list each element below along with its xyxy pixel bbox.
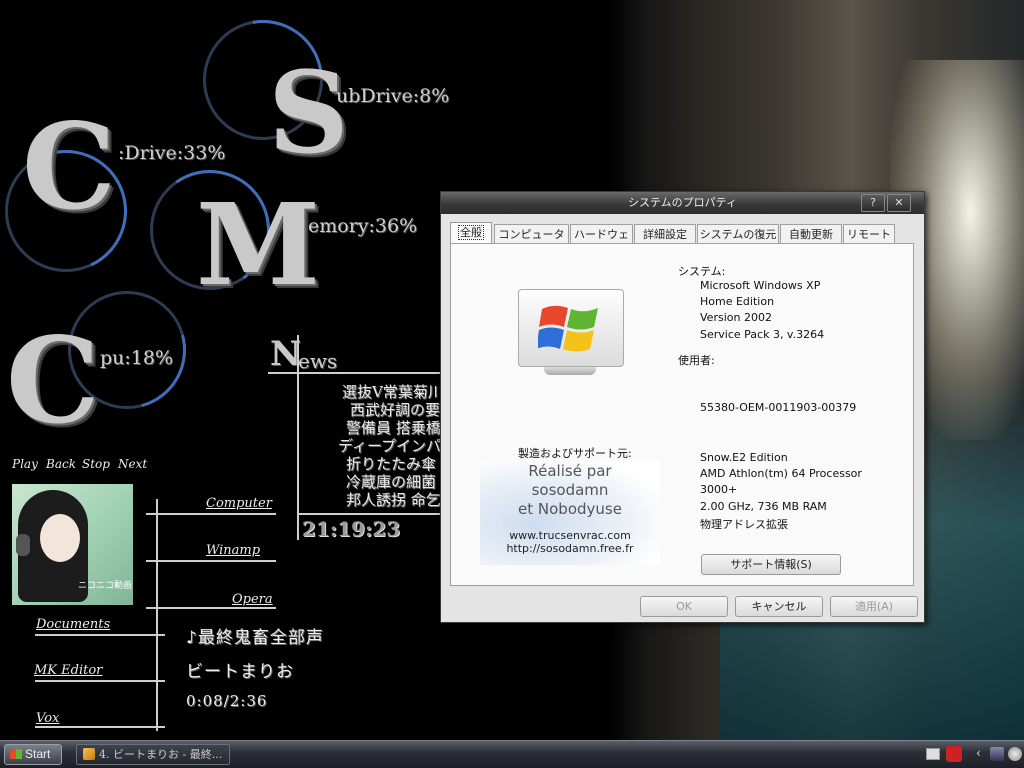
track-title: ♪最終鬼畜全部声 (186, 628, 324, 648)
memory-letter: M (196, 180, 320, 311)
chevron-left-icon[interactable]: ‹ (976, 746, 981, 760)
oem-logo-url: http://sosodamn.free.fr (506, 542, 634, 555)
launcher-mk-editor[interactable]: MK Editor (34, 663, 102, 678)
news-item[interactable]: 邦人誘拐 命乞 (346, 489, 441, 510)
tab-hardware[interactable]: ハードウェア (570, 224, 633, 260)
pae-label: 物理アドレス拡張 (700, 518, 788, 531)
apply-button[interactable]: 適用(A) (830, 596, 918, 617)
os-edition: Home Edition (700, 295, 775, 308)
system-label: システム: (678, 265, 726, 278)
news-underline (268, 372, 440, 374)
album-art: ニコニコ動画 (12, 484, 133, 605)
news-heading-rest: ews (298, 349, 338, 373)
help-icon[interactable]: ? (861, 194, 885, 212)
close-icon[interactable]: ✕ (887, 194, 911, 212)
sub-drive-letter: S (268, 48, 349, 179)
windows-flag-icon (10, 749, 22, 759)
windows-logo-monitor-icon (518, 289, 624, 379)
album-art-face (40, 514, 80, 562)
tab-system-restore[interactable]: システムの復元 (697, 224, 779, 243)
cpu-letter: C (6, 311, 100, 450)
track-artist: ビートまりお (186, 662, 294, 682)
product-id: 55380-OEM-0011903-00379 (700, 401, 857, 414)
cpu-label: pu:18% (100, 347, 174, 369)
oem-logo-url: www.trucsenvrac.com (509, 529, 631, 542)
c-drive-letter: C (22, 97, 116, 236)
taskbar-item-winamp[interactable]: 4. ビートまりお - 最終... (76, 744, 230, 765)
launcher-opera[interactable]: Opera (232, 592, 273, 607)
tab-remote[interactable]: リモート (843, 224, 895, 243)
launcher-vox[interactable]: Vox (36, 711, 59, 726)
dialog-titlebar[interactable]: システムのプロパティ (441, 192, 924, 214)
tab-automatic-updates[interactable]: 自動更新 (780, 224, 842, 243)
back-button[interactable]: Back (46, 457, 76, 471)
start-label: Start (25, 747, 51, 761)
launcher-winamp[interactable]: Winamp (206, 543, 260, 558)
headphone-icon (16, 534, 30, 556)
opera-underline (146, 607, 276, 609)
tab-computer-name[interactable]: コンピュータ名 (494, 224, 569, 260)
oem-logo-line: sosodamn (531, 481, 609, 499)
play-button[interactable]: Play (12, 457, 38, 471)
system-properties-dialog: システムのプロパティ ? ✕ 全般 コンピュータ名 ハードウェア 詳細設定 シス… (440, 191, 925, 623)
computer-underline (146, 513, 276, 515)
launcher-vertical-line (156, 499, 158, 731)
support-info-button[interactable]: サポート情報(S) (701, 554, 841, 575)
oem-logo: Réalisé par sosodamn et Nobodyuse www.tr… (480, 461, 660, 565)
os-name: Microsoft Windows XP (700, 279, 821, 292)
cancel-button[interactable]: キャンセル (735, 596, 823, 617)
ok-button[interactable]: OK (640, 596, 728, 617)
tray-app-icon[interactable] (946, 746, 962, 762)
tab-label: 全般 (458, 225, 484, 240)
winamp-underline (146, 560, 276, 562)
clock-underline (297, 513, 440, 515)
tab-advanced[interactable]: 詳細設定 (634, 224, 696, 243)
taskbar-item-label: 4. ビートまりお - 最終... (99, 748, 223, 761)
processor-model: 3000+ (700, 483, 738, 496)
windows-flag-icon (538, 305, 598, 352)
sub-drive-label: ubDrive:8% (336, 85, 450, 107)
documents-underline (35, 634, 165, 636)
network-icon[interactable] (990, 747, 1004, 761)
os-version: Version 2002 (700, 311, 772, 324)
winamp-icon (83, 748, 95, 760)
cpu-speed-ram: 2.00 GHz, 736 MB RAM (700, 500, 827, 513)
vox-underline (35, 726, 165, 728)
desktop: C :Drive:33% S ubDrive:8% M emory:36% C … (0, 0, 1024, 740)
oem-logo-line: Réalisé par (528, 462, 612, 480)
next-button[interactable]: Next (118, 457, 147, 471)
track-time: 0:08/2:36 (186, 692, 268, 710)
album-art-caption: ニコニコ動画 (78, 581, 133, 591)
manufacturer-edition: Snow.E2 Edition (700, 451, 788, 464)
launcher-documents[interactable]: Documents (36, 617, 110, 632)
memory-label: emory:36% (308, 215, 418, 237)
tab-general[interactable]: 全般 (450, 222, 492, 244)
mk-editor-underline (35, 680, 165, 682)
processor: AMD Athlon(tm) 64 Processor (700, 467, 862, 480)
c-drive-label: :Drive:33% (118, 142, 226, 164)
oem-logo-line: et Nobodyuse (518, 500, 622, 518)
user-label: 使用者: (678, 354, 715, 367)
news-vertical-line (297, 335, 299, 540)
os-service-pack: Service Pack 3, v.3264 (700, 328, 825, 341)
manufacturer-label: 製造およびサポート元: (518, 447, 632, 460)
start-button[interactable]: Start (4, 744, 62, 765)
keyboard-icon[interactable] (926, 748, 940, 760)
stop-button[interactable]: Stop (82, 457, 110, 471)
taskbar: Start 4. ビートまりお - 最終... ‹ (0, 740, 1024, 768)
launcher-computer[interactable]: Computer (206, 496, 272, 511)
clock: 21:19:23 (302, 517, 401, 541)
volume-icon[interactable] (1008, 747, 1022, 761)
